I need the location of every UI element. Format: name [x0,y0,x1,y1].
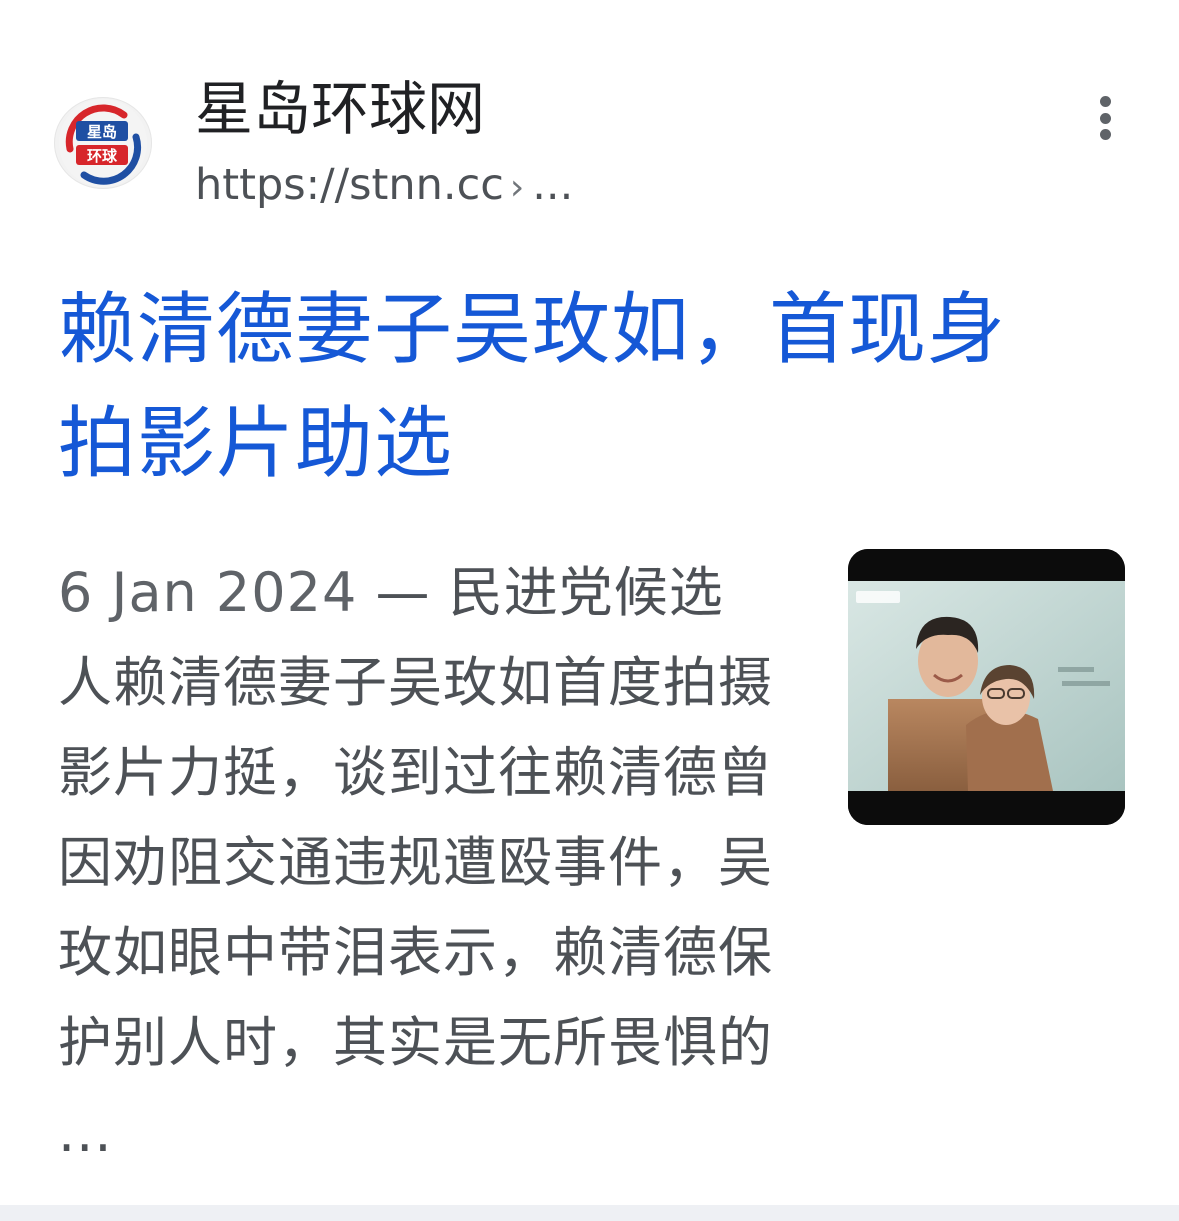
source-url-domain: https://stnn.cc [195,160,504,210]
url-breadcrumb-separator: › [509,167,525,208]
snippet-text: 民进党候选人赖清德妻子吴玫如首度拍摄影片力挺，谈到过往赖清德曾因劝阻交通违规遭殴… [58,561,773,1164]
logo-text-top: 星岛 [87,123,117,141]
source-site-name[interactable]: 星岛环球网 [195,74,485,144]
more-vert-icon-dot [1099,112,1111,124]
logo-text-bottom: 环球 [87,147,118,165]
more-vert-icon [1099,96,1111,107]
bottom-divider [0,1205,1179,1221]
result-title-link[interactable]: 赖清德妻子吴玫如，首现身拍影片助选 [58,273,1068,501]
more-options-button[interactable] [1083,92,1127,144]
url-breadcrumb-ellipsis: ... [532,160,574,210]
source-url[interactable]: https://stnn.cc ›... [195,157,573,216]
date-separator: — [357,561,449,624]
stnn-logo-icon[interactable]: 星岛 环球 [54,97,152,189]
video-thumbnail-image[interactable] [848,549,1125,825]
result-snippet: 6 Jan 2024 — 民进党候选人赖清德妻子吴玫如首度拍摄影片力挺，谈到过往… [58,548,778,1178]
result-date: 6 Jan 2024 [58,561,358,624]
more-vert-icon-dot [1099,129,1111,140]
search-result-card: 星岛 环球 星岛环球网 https://stnn.cc ›... 赖清德妻子吴玫如… [0,0,1179,1205]
